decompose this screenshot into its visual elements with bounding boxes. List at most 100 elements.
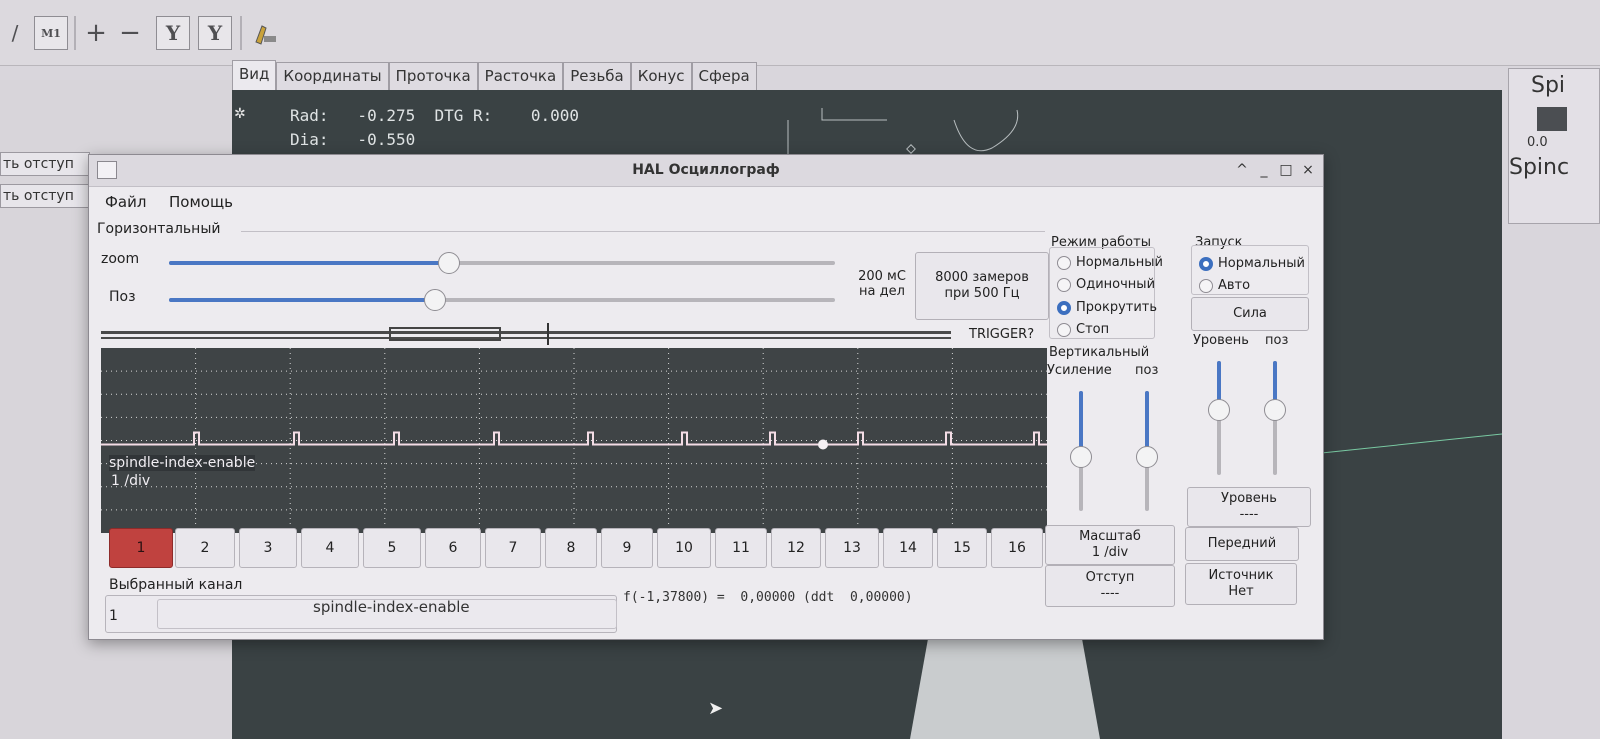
tab-thread[interactable]: Резьба bbox=[563, 62, 631, 90]
spindle-bar bbox=[1537, 107, 1567, 131]
zoom-slider-fill bbox=[169, 261, 449, 265]
timebase-readout: 200 мС на дел bbox=[847, 269, 917, 299]
tab-coordinates[interactable]: Координаты bbox=[276, 62, 389, 90]
offset-button-1[interactable]: ть отступ bbox=[0, 152, 90, 176]
toolbar-separator bbox=[74, 16, 76, 50]
channel-button-15[interactable]: 15 bbox=[937, 528, 987, 568]
cursor-readout: f(-1,37800) = 0,00000 (ddt 0,00000) bbox=[623, 590, 913, 605]
samples-count: 8000 замеров bbox=[935, 270, 1029, 285]
vertical-group-label: Вертикальный bbox=[1049, 345, 1150, 360]
source-label: Источник bbox=[1208, 568, 1274, 583]
view-y-button[interactable]: Y bbox=[156, 16, 190, 50]
tab-sphere[interactable]: Сфера bbox=[691, 62, 757, 90]
record-window-marker bbox=[389, 327, 501, 341]
offset-button-2[interactable]: ть отступ bbox=[0, 184, 90, 208]
trigger-position-marker bbox=[547, 323, 549, 345]
dro-line-rad: Rad: -0.275 DTG R: 0.000 bbox=[290, 106, 579, 125]
trace-scale: 1 /div bbox=[111, 473, 151, 489]
pos-slider-knob[interactable] bbox=[424, 289, 446, 311]
radio-dot bbox=[1199, 278, 1213, 293]
radio-label: Авто bbox=[1218, 278, 1251, 293]
channel-button-13[interactable]: 13 bbox=[825, 528, 879, 568]
toolbar-tool-0[interactable]: / bbox=[0, 16, 30, 50]
offset-label: Отступ bbox=[1085, 570, 1135, 585]
force-button[interactable]: Сила bbox=[1191, 297, 1309, 331]
pos-slider-fill bbox=[169, 298, 435, 302]
channel-button-5[interactable]: 5 bbox=[363, 528, 421, 568]
close-button[interactable]: × bbox=[1299, 160, 1317, 180]
selected-channel-name: spindle-index-enable bbox=[313, 598, 470, 616]
scale-label: Масштаб bbox=[1079, 529, 1141, 544]
channel-button-6[interactable]: 6 bbox=[425, 528, 481, 568]
radio-dot bbox=[1057, 255, 1071, 270]
zoom-out-icon[interactable]: − bbox=[116, 16, 144, 50]
zoom-slider-knob[interactable] bbox=[438, 252, 460, 274]
trigger-level-knob[interactable] bbox=[1208, 399, 1230, 421]
left-panel-box bbox=[0, 80, 228, 156]
tab-view[interactable]: Вид bbox=[232, 60, 277, 90]
radio-label: Нормальный bbox=[1076, 255, 1163, 270]
tab-turning[interactable]: Проточка bbox=[388, 62, 478, 90]
menu-file[interactable]: Файл bbox=[105, 193, 146, 211]
trigger-level-value: ---- bbox=[1239, 507, 1259, 522]
channel-button-3[interactable]: 3 bbox=[239, 528, 297, 568]
mode-single-radio[interactable]: Одиночный bbox=[1057, 277, 1155, 292]
view-y2-button[interactable]: Y bbox=[198, 16, 232, 50]
trigger-source-button[interactable]: Источник Нет bbox=[1185, 563, 1297, 605]
minimize-button[interactable]: _ bbox=[1255, 160, 1273, 180]
trace-cursor-dot[interactable] bbox=[818, 439, 828, 450]
gain-slider[interactable] bbox=[1070, 391, 1092, 511]
run-normal-radio[interactable]: Нормальный bbox=[1199, 256, 1305, 271]
plot-background bbox=[101, 348, 1047, 533]
shade-button[interactable]: ^ bbox=[1233, 160, 1251, 180]
channel-button-4[interactable]: 4 bbox=[301, 528, 359, 568]
spindle-panel: Spi 0.0 Spinc bbox=[1508, 68, 1600, 224]
channel-button-12[interactable]: 12 bbox=[771, 528, 821, 568]
pos-slider[interactable] bbox=[169, 289, 835, 311]
vertical-pos-slider-knob[interactable] bbox=[1136, 446, 1158, 468]
channel-button-11[interactable]: 11 bbox=[715, 528, 767, 568]
trigger-pos-knob[interactable] bbox=[1264, 399, 1286, 421]
selected-channel-label: Выбранный канал bbox=[109, 577, 243, 593]
channel-button-1[interactable]: 1 bbox=[109, 528, 173, 568]
vertical-scale-button[interactable]: Масштаб 1 /div bbox=[1045, 525, 1175, 565]
channel-button-9[interactable]: 9 bbox=[601, 528, 653, 568]
scope-plot[interactable] bbox=[101, 348, 1047, 533]
samples-button[interactable]: 8000 замеров при 500 Гц bbox=[915, 252, 1049, 320]
channel-button-7[interactable]: 7 bbox=[485, 528, 541, 568]
timebase-unit: на дел bbox=[859, 284, 905, 299]
dro-line-dia: Dia: -0.550 bbox=[290, 130, 416, 149]
channel-button-10[interactable]: 10 bbox=[657, 528, 711, 568]
radio-label: Прокрутить bbox=[1076, 300, 1158, 315]
mode-stop-radio[interactable]: Стоп bbox=[1057, 322, 1109, 337]
vertical-pos-slider[interactable] bbox=[1136, 391, 1158, 511]
clear-icon[interactable] bbox=[250, 16, 280, 50]
menu-help[interactable]: Помощь bbox=[169, 193, 233, 211]
zoom-in-icon[interactable]: + bbox=[82, 16, 110, 50]
trigger-level-button[interactable]: Уровень ---- bbox=[1187, 487, 1311, 527]
vertical-offset-button[interactable]: Отступ ---- bbox=[1045, 565, 1175, 607]
radio-dot bbox=[1057, 300, 1071, 315]
channel-button-2[interactable]: 2 bbox=[175, 528, 235, 568]
main-toolbar: / M1 + − Y Y bbox=[0, 0, 1600, 66]
trace-name: spindle-index-enable bbox=[109, 455, 256, 471]
tab-taper[interactable]: Конус bbox=[630, 62, 692, 90]
trigger-level-title: Уровень bbox=[1221, 491, 1277, 506]
maximize-button[interactable]: □ bbox=[1277, 160, 1295, 180]
mode-roll-radio[interactable]: Прокрутить bbox=[1057, 300, 1157, 315]
tab-boring[interactable]: Расточка bbox=[477, 62, 564, 90]
horizontal-group-label: Горизонтальный bbox=[97, 221, 221, 237]
trigger-level-slider[interactable] bbox=[1208, 361, 1230, 475]
mode-normal-radio[interactable]: Нормальный bbox=[1057, 255, 1163, 270]
edge-button[interactable]: Передний bbox=[1185, 527, 1299, 561]
gain-slider-knob[interactable] bbox=[1070, 446, 1092, 468]
trigger-pos-slider[interactable] bbox=[1264, 361, 1286, 475]
channel-button-16[interactable]: 16 bbox=[991, 528, 1043, 568]
zoom-slider[interactable] bbox=[169, 252, 835, 274]
zoom-label: zoom bbox=[101, 251, 140, 267]
channel-button-14[interactable]: 14 bbox=[883, 528, 933, 568]
channel-button-8[interactable]: 8 bbox=[545, 528, 597, 568]
dro-readout: Rad: -0.275 DTG R: 0.000 Dia: -0.550 bbox=[290, 104, 579, 152]
run-auto-radio[interactable]: Авто bbox=[1199, 278, 1250, 293]
toolbar-m1-button[interactable]: M1 bbox=[34, 16, 68, 50]
